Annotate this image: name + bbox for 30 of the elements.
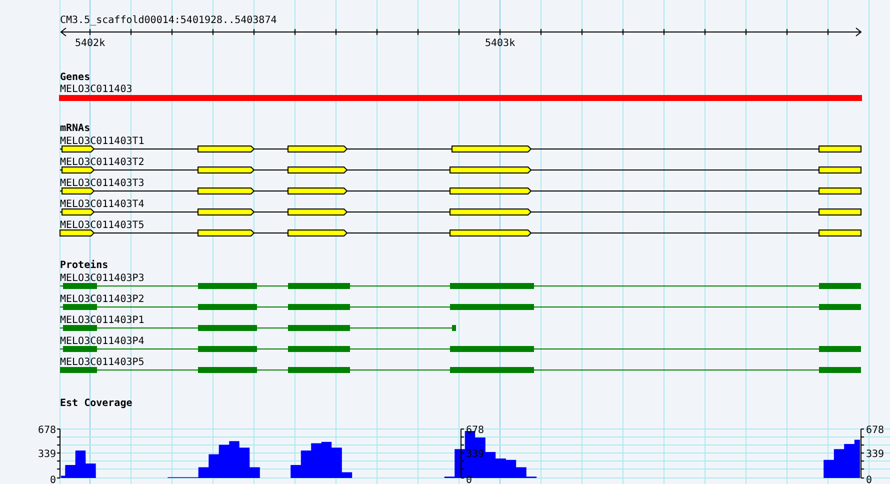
protein-label: MELO3C011403P3 <box>60 273 144 284</box>
axis-label: 678 <box>866 425 884 436</box>
track-title: Est Coverage <box>60 398 132 409</box>
axis-label: 339 <box>38 449 56 460</box>
axis-label: 0 <box>466 475 472 484</box>
axis-label: 339 <box>866 449 884 460</box>
track-title: Genes <box>60 72 90 83</box>
transcript-label: MELO3C011403T1 <box>60 136 144 147</box>
axis-label: 339 <box>466 449 484 460</box>
protein-label: MELO3C011403P1 <box>60 315 144 326</box>
protein-label: MELO3C011403P5 <box>60 357 144 368</box>
axis-line <box>56 428 60 478</box>
tick-label: 5402k <box>75 38 106 49</box>
transcript-label: MELO3C011403T3 <box>60 178 144 189</box>
transcript-label: MELO3C011403T4 <box>60 199 144 210</box>
transcript-label: MELO3C011403T2 <box>60 157 144 168</box>
gene-label: MELO3C011403 <box>60 84 132 95</box>
track-title: Proteins <box>60 260 108 271</box>
axis-line <box>460 428 464 478</box>
axis-label: 0 <box>50 475 56 484</box>
transcript-label: MELO3C011403T5 <box>60 220 144 231</box>
ruler-title: CM3.5_scaffold00014:5401928..5403874 <box>60 15 277 26</box>
axis-label: 678 <box>466 425 484 436</box>
axis-label: 678 <box>38 425 56 436</box>
axis-label: 0 <box>866 475 872 484</box>
tick-label: 5403k <box>485 38 516 49</box>
track-title: mRNAs <box>60 123 90 134</box>
axis-line <box>860 428 864 478</box>
protein-label: MELO3C011403P2 <box>60 294 144 305</box>
protein-label: MELO3C011403P4 <box>60 336 144 347</box>
